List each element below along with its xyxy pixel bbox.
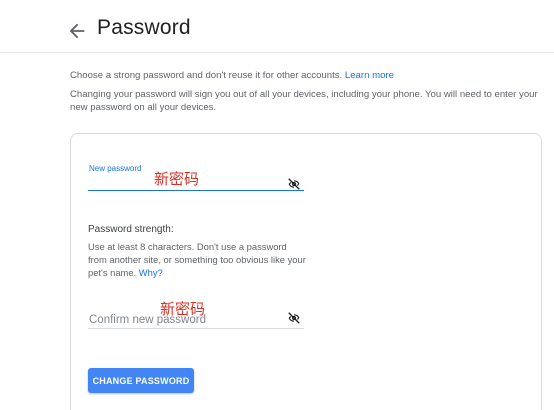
new-password-value: 新密码 xyxy=(154,170,200,188)
visibility-off-icon[interactable] xyxy=(286,177,302,191)
new-password-field[interactable]: New password 新密码 xyxy=(88,160,304,191)
page-header: Password xyxy=(0,0,554,53)
password-page: Password Choose a strong password and do… xyxy=(0,0,554,410)
password-strength-description: Use at least 8 characters. Don't use a p… xyxy=(88,240,308,279)
intro-line-2: Changing your password will sign you out… xyxy=(70,89,538,113)
intro-text: Choose a strong password and don't reuse… xyxy=(70,69,540,120)
confirm-password-field[interactable]: Confirm new password 新密码 xyxy=(88,300,304,329)
password-strength-title: Password strength: xyxy=(88,224,174,235)
back-arrow-icon[interactable] xyxy=(66,20,88,42)
new-password-label: New password xyxy=(89,164,142,173)
intro-line-1-text: Choose a strong password and don't reuse… xyxy=(70,70,343,81)
page-title: Password xyxy=(97,16,191,39)
password-strength-text: Use at least 8 characters. Don't use a p… xyxy=(88,241,306,278)
change-password-button[interactable]: CHANGE PASSWORD xyxy=(88,368,194,393)
intro-line-1: Choose a strong password and don't reuse… xyxy=(70,69,540,82)
why-link[interactable]: Why? xyxy=(139,267,163,278)
confirm-password-value: 新密码 xyxy=(160,300,206,318)
visibility-off-icon[interactable] xyxy=(286,311,302,325)
learn-more-link[interactable]: Learn more xyxy=(345,70,394,81)
